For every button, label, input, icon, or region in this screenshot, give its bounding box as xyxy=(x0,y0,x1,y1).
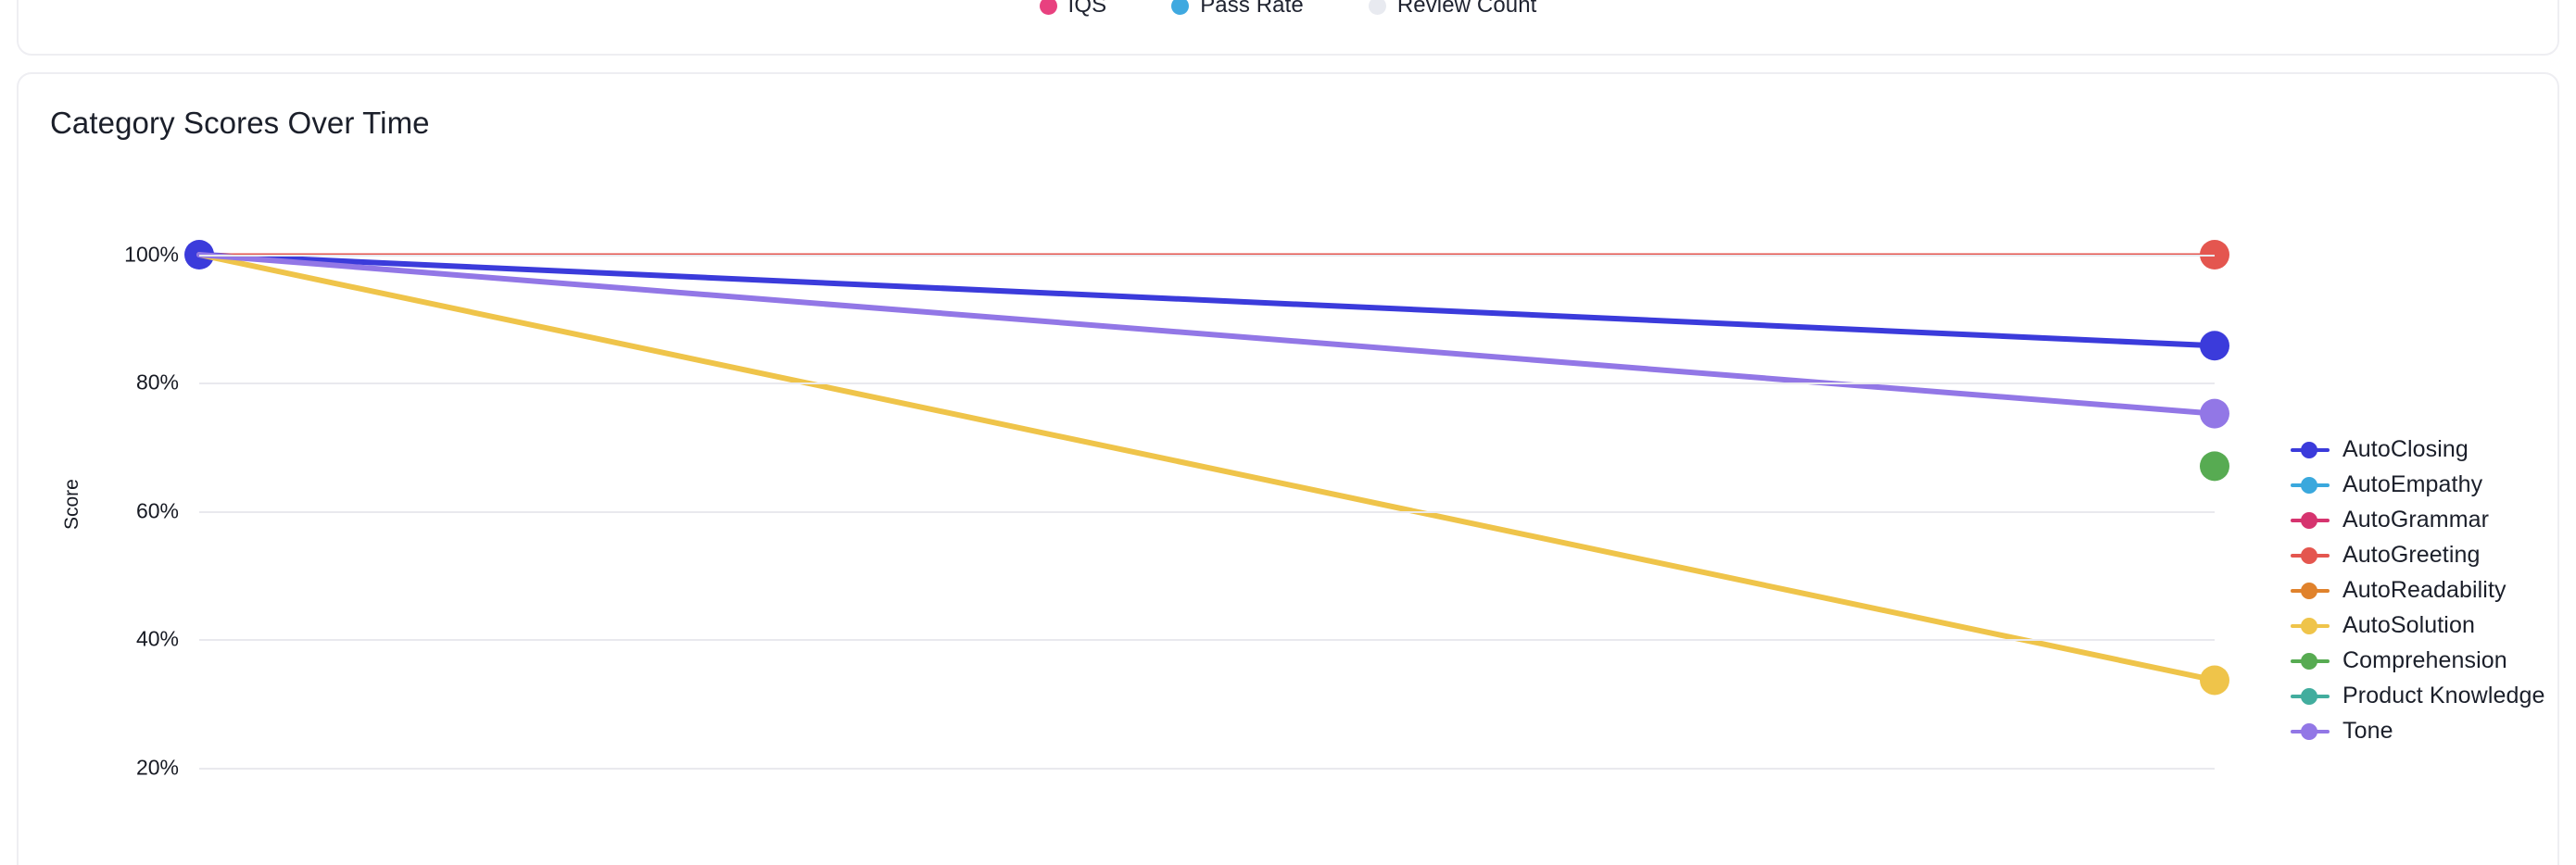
series-line xyxy=(199,255,2215,680)
category-scores-chart: Score 0%20%40%60%80%100%May 6May 13 Auto… xyxy=(19,74,2561,865)
legend-dot-icon xyxy=(1171,0,1190,15)
data-point-marker[interactable] xyxy=(2200,331,2229,361)
legend-item-label: Pass Rate xyxy=(1200,0,1304,18)
data-point-marker[interactable] xyxy=(2200,398,2229,429)
legend-item-label: AutoEmpathy xyxy=(2342,470,2483,497)
gridline xyxy=(199,510,2215,513)
legend-item[interactable]: Product Knowledge xyxy=(2291,678,2545,713)
legend-item[interactable]: AutoReadability xyxy=(2291,572,2545,608)
gridline xyxy=(199,639,2215,642)
plot-area: 0%20%40%60%80%100%May 6May 13 xyxy=(124,240,2229,865)
iqs-trend-legend: IQS Pass Rate Review Count xyxy=(19,0,2557,19)
legend-marker-icon xyxy=(2291,510,2330,529)
legend-marker-icon xyxy=(2291,721,2330,740)
legend-item-label: Review Count xyxy=(1396,0,1537,18)
legend-item-label: Product Knowledge xyxy=(2342,682,2545,708)
legend-marker-icon xyxy=(2291,581,2330,599)
legend-dot-icon xyxy=(1039,0,1057,15)
legend-marker-icon xyxy=(2291,616,2330,634)
data-point-marker[interactable] xyxy=(2200,451,2229,482)
legend-marker-icon xyxy=(2291,651,2330,670)
legend-marker-icon xyxy=(2291,545,2330,564)
series-lines xyxy=(184,240,2229,696)
data-point-marker[interactable] xyxy=(2200,665,2229,696)
y-axis-tick-label: 100% xyxy=(124,242,179,267)
legend-item-label: AutoReadability xyxy=(2342,576,2507,603)
legend-item[interactable]: Review Count xyxy=(1368,0,1537,19)
legend-item[interactable]: Tone xyxy=(2291,713,2545,748)
y-axis-tick-label: 20% xyxy=(135,755,179,780)
dashboard-page: IQS Pass Rate Review Count Category Scores… xyxy=(0,0,2576,865)
legend-item-label: Tone xyxy=(2342,717,2393,744)
legend-item[interactable]: AutoEmpathy xyxy=(2291,467,2545,502)
legend-item-label: AutoGreeting xyxy=(2342,541,2481,568)
legend-item-label: Comprehension xyxy=(2342,646,2507,673)
legend-item[interactable]: Comprehension xyxy=(2291,643,2545,678)
y-axis-tick-label: 80% xyxy=(135,370,179,395)
iqs-trend-card: IQS Pass Rate Review Count xyxy=(17,0,2559,56)
legend-item[interactable]: AutoClosing xyxy=(2291,432,2545,467)
category-legend[interactable]: AutoClosing AutoEmpathy AutoGrammar AutoGre… xyxy=(2291,432,2545,748)
legend-item-label: AutoSolution xyxy=(2342,611,2475,638)
y-axis-tick-label: 40% xyxy=(135,626,179,651)
legend-item[interactable]: IQS xyxy=(1039,0,1107,19)
y-axis-label: Score xyxy=(61,479,82,530)
legend-item-label: AutoGrammar xyxy=(2342,506,2490,533)
legend-marker-icon xyxy=(2291,475,2330,494)
legend-item[interactable]: AutoGreeting xyxy=(2291,537,2545,572)
gridline xyxy=(199,767,2215,770)
category-scores-card: Category Scores Over Time Score 0%20%40%… xyxy=(17,72,2559,865)
legend-item[interactable]: AutoGrammar xyxy=(2291,502,2545,537)
legend-marker-icon xyxy=(2291,686,2330,705)
legend-dot-icon xyxy=(1368,0,1386,15)
legend-item[interactable]: AutoSolution xyxy=(2291,608,2545,643)
legend-item[interactable]: Pass Rate xyxy=(1171,0,1304,19)
legend-item-label: AutoClosing xyxy=(2342,435,2469,462)
gridline xyxy=(199,255,2215,257)
y-axis-tick-label: 60% xyxy=(135,498,179,523)
legend-marker-icon xyxy=(2291,440,2330,458)
gridline xyxy=(199,382,2215,385)
legend-item-label: IQS xyxy=(1067,0,1107,18)
